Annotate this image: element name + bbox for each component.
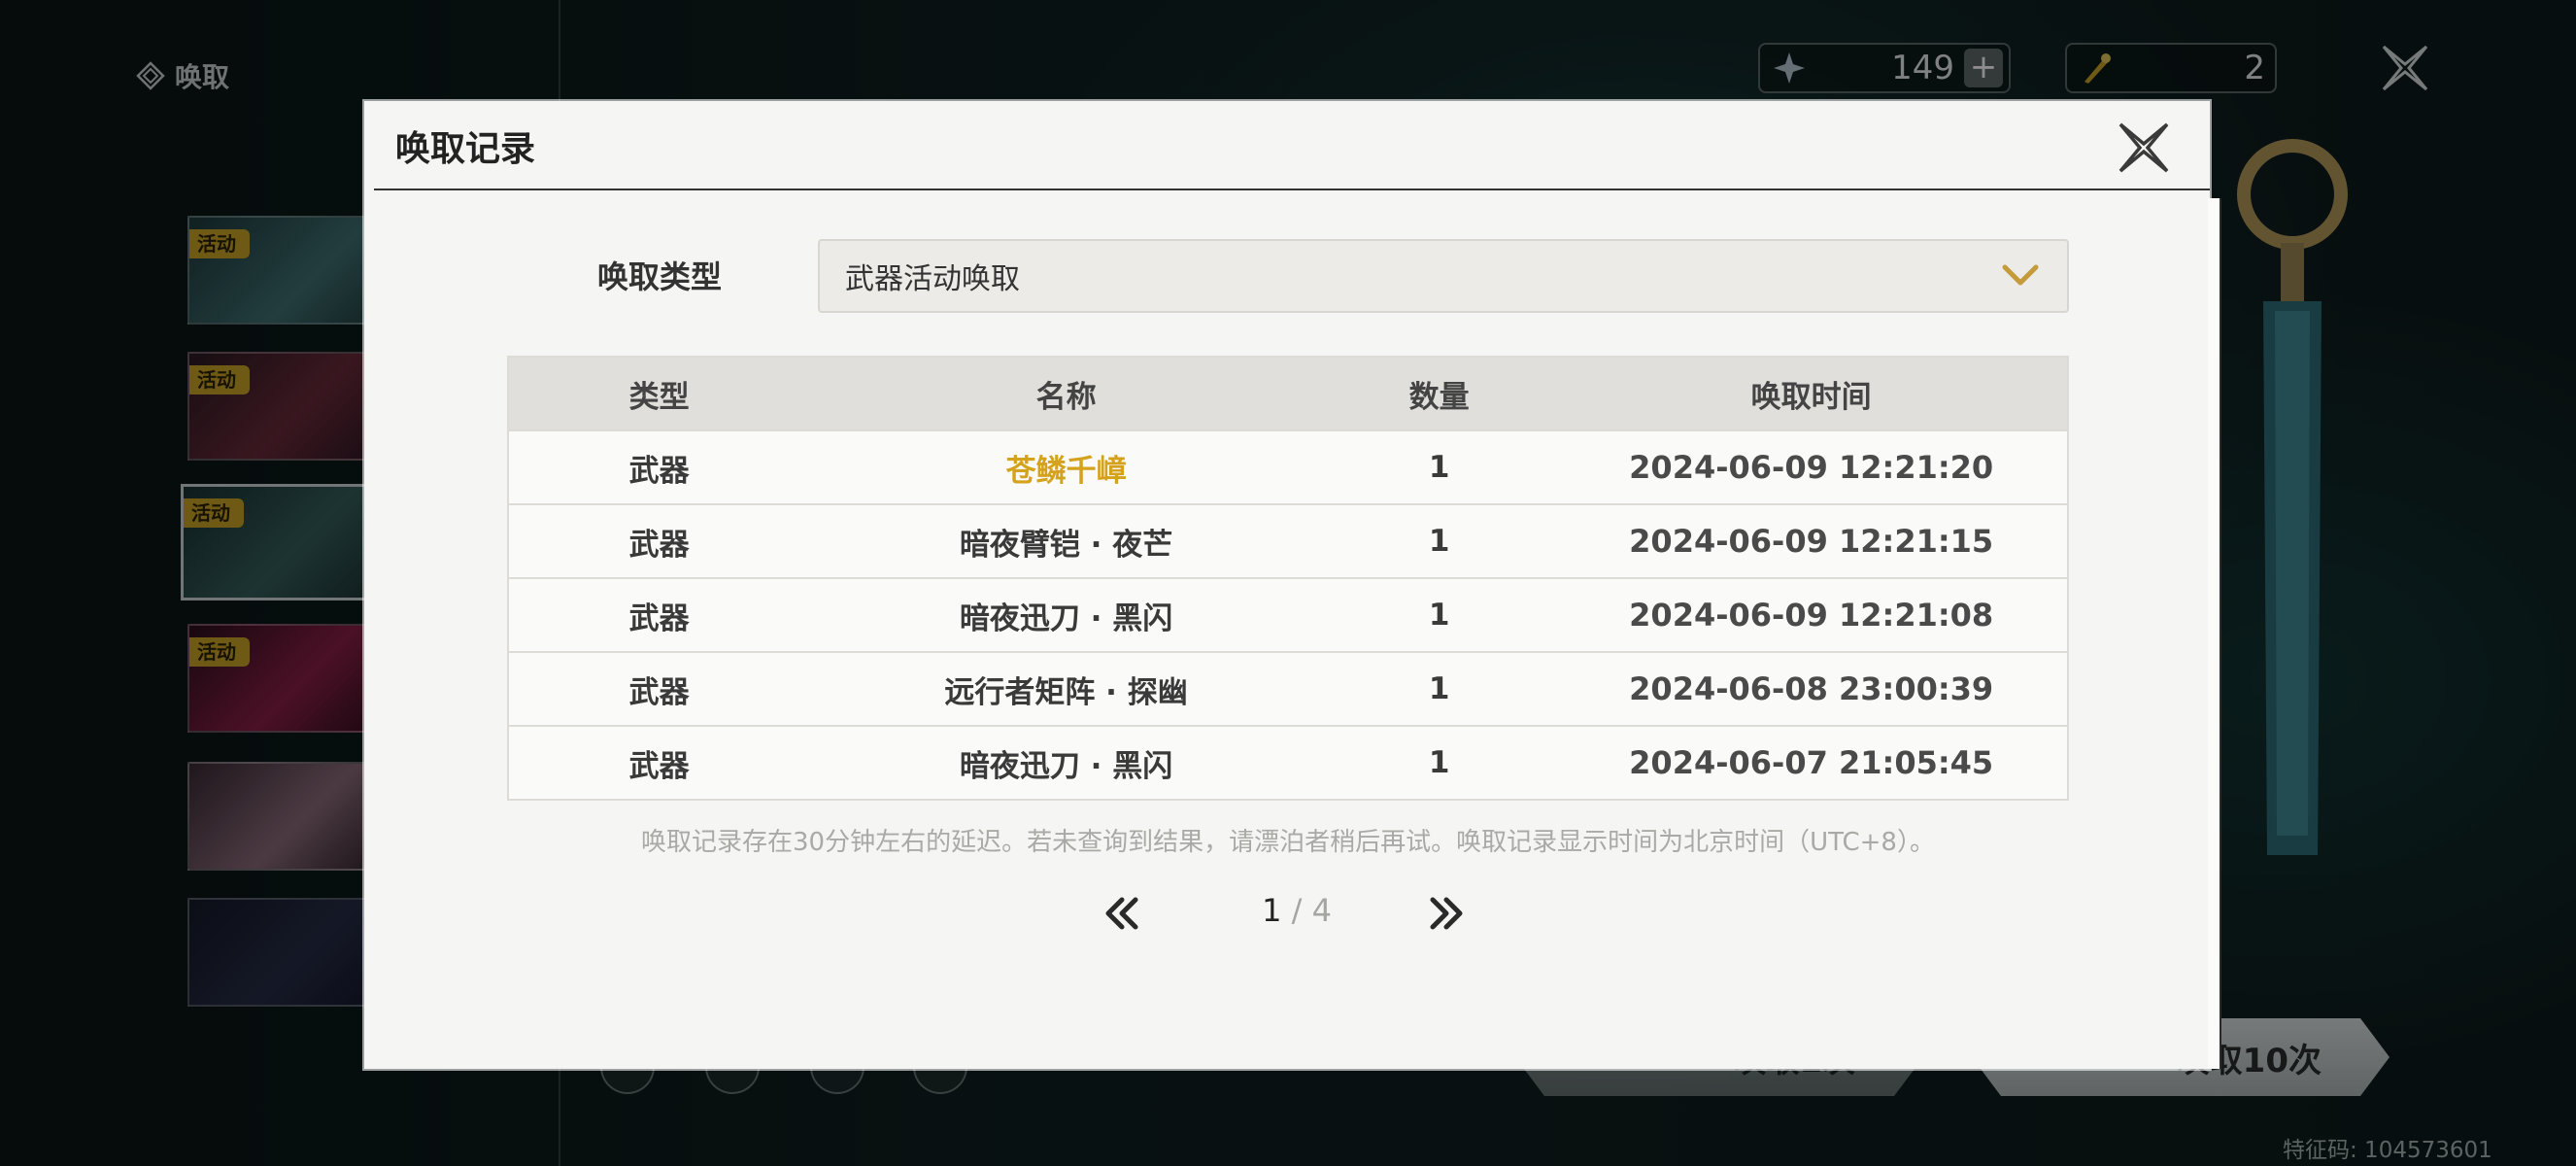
table-row: 武器 暗夜臂铠 · 夜芒 1 2024-06-09 12:21:15	[509, 503, 2067, 577]
convene-time: 2024-06-07 21:05:45	[1629, 744, 1994, 781]
column-header-type: 类型	[628, 379, 690, 415]
history-table: 类型 名称 数量 唤取时间 武器 苍鳞千嶂 1 2024-06-09 12:21…	[507, 356, 2069, 801]
double-chevron-right-icon	[1430, 897, 1463, 930]
item-name: 暗夜臂铠 · 夜芒	[959, 527, 1173, 563]
convene-type-value: 武器活动唤取	[845, 262, 1020, 296]
item-name: 苍鳞千嶂	[1005, 453, 1127, 489]
convene-time: 2024-06-09 12:21:08	[1629, 597, 1994, 634]
table-row: 武器 远行者矩阵 · 探幽 1 2024-06-08 23:00:39	[509, 651, 2067, 725]
convene-type-label: 唤取类型	[597, 258, 723, 295]
convene-time: 2024-06-09 12:21:20	[1629, 449, 1994, 486]
dialog-close-button[interactable]	[2113, 117, 2175, 179]
convene-time: 2024-06-08 23:00:39	[1629, 670, 1994, 707]
item-name: 暗夜迅刀 · 黑闪	[959, 600, 1173, 636]
next-page-button[interactable]	[1423, 890, 1470, 937]
item-type: 武器	[628, 600, 690, 636]
item-count: 1	[1428, 524, 1450, 559]
pagination: 1 / 4	[364, 884, 2210, 943]
table-row: 武器 苍鳞千嶂 1 2024-06-09 12:21:20	[509, 429, 2067, 503]
column-header-time: 唤取时间	[1750, 379, 1872, 415]
convene-time: 2024-06-09 12:21:15	[1629, 523, 1994, 560]
close-icon	[2118, 122, 2169, 173]
page-separator: /	[1291, 892, 1303, 929]
title-divider	[374, 189, 2210, 190]
column-header-name: 名称	[1035, 379, 1097, 415]
previous-page-button[interactable]	[1099, 890, 1145, 937]
item-count: 1	[1428, 745, 1450, 780]
item-type: 武器	[628, 527, 690, 563]
table-row: 武器 暗夜迅刀 · 黑闪 1 2024-06-07 21:05:45	[509, 725, 2067, 799]
item-name: 远行者矩阵 · 探幽	[944, 674, 1188, 710]
dialog-title: 唤取记录	[395, 129, 536, 169]
page-indicator: 1 / 4	[1219, 892, 1374, 929]
item-type: 武器	[628, 453, 690, 489]
delay-notice: 唤取记录存在30分钟左右的延迟。若未查询到结果，请漂泊者稍后再试。唤取记录显示时…	[641, 828, 1935, 857]
chevron-down-icon	[1999, 255, 2042, 297]
convene-type-dropdown[interactable]: 武器活动唤取	[818, 239, 2069, 313]
table-header: 类型 名称 数量 唤取时间	[509, 358, 2067, 429]
item-name: 暗夜迅刀 · 黑闪	[959, 748, 1173, 784]
convene-history-dialog: 唤取记录 唤取类型 武器活动唤取 类型 名称 数量 唤取时间 武器 苍鳞千嶂 1…	[364, 101, 2221, 1069]
current-page: 1	[1262, 892, 1282, 929]
item-count: 1	[1428, 450, 1450, 485]
double-chevron-left-icon	[1105, 897, 1138, 930]
item-count: 1	[1428, 598, 1450, 633]
item-type: 武器	[628, 674, 690, 710]
column-header-count: 数量	[1408, 379, 1470, 415]
total-pages: 4	[1311, 892, 1332, 929]
item-type: 武器	[628, 748, 690, 784]
item-count: 1	[1428, 671, 1450, 706]
table-row: 武器 暗夜迅刀 · 黑闪 1 2024-06-09 12:21:08	[509, 577, 2067, 651]
